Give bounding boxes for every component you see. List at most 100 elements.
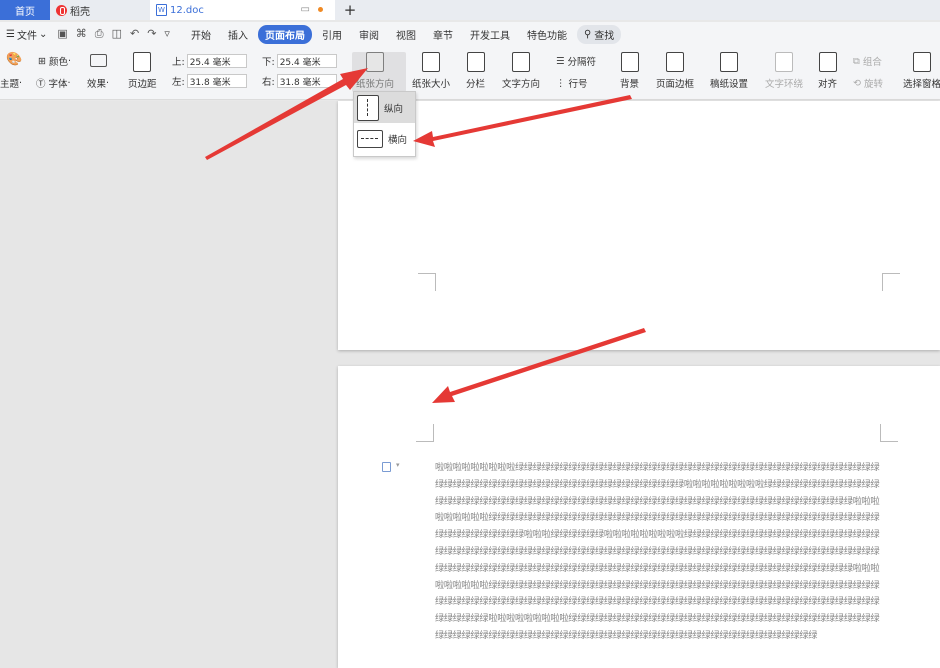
- menu-chapter[interactable]: 章节: [426, 25, 460, 44]
- print-icon[interactable]: ⎙: [95, 27, 104, 41]
- customize-toolbar-icon[interactable]: ▿: [164, 27, 170, 41]
- file-menu[interactable]: ☰ 文件 ⌄: [6, 27, 47, 42]
- menu-special[interactable]: 特色功能: [520, 25, 574, 44]
- align-button[interactable]: 对齐: [818, 52, 837, 90]
- hamburger-icon: ☰: [6, 28, 15, 40]
- rotate-button[interactable]: ⟲ 旋转: [853, 76, 883, 91]
- margin-right: 右: 31.8 毫米: [262, 74, 337, 88]
- redo-icon[interactable]: ↷: [147, 27, 156, 41]
- orientation-landscape-item[interactable]: 横向: [354, 123, 415, 154]
- line-number-label: 行号: [568, 79, 588, 90]
- align-icon: [818, 52, 837, 72]
- manuscript-label: 稿纸设置: [710, 79, 749, 90]
- tab-daoke[interactable]: 稻壳: [50, 0, 150, 20]
- paragraph-handle-icon[interactable]: [382, 462, 391, 472]
- menu-review[interactable]: 审阅: [352, 25, 386, 44]
- margin-right-input[interactable]: 31.8 毫米: [276, 74, 337, 88]
- color-button[interactable]: ⊞ 颜色 ·: [38, 54, 71, 69]
- landscape-label: 横向: [388, 134, 408, 146]
- margin-right-label: 右:: [262, 77, 275, 88]
- group-button[interactable]: ⧉ 组合: [853, 54, 882, 69]
- effect-label: 效果: [87, 79, 107, 90]
- group-icon: ⧉: [853, 55, 863, 67]
- paper-size-icon: [422, 52, 440, 72]
- background-icon: [620, 52, 639, 72]
- margin-bottom: 下: 25.4 毫米: [262, 54, 337, 68]
- menu-developer[interactable]: 开发工具: [463, 25, 517, 44]
- wrap-label: 文字环绕: [765, 79, 804, 90]
- palette-icon[interactable]: 🎨: [6, 52, 22, 67]
- selection-pane-button[interactable]: 选择窗格: [903, 52, 940, 90]
- tab-document-label: 12.doc: [170, 4, 204, 16]
- margins-label: 页边距: [128, 79, 157, 90]
- quick-access-toolbar: ▣ ⌘ ⎙ ◫ ↶ ↷ ▿: [57, 27, 170, 41]
- wrap-icon: [775, 52, 793, 72]
- background-button[interactable]: 背景: [620, 52, 639, 90]
- portrait-label: 纵向: [384, 103, 404, 115]
- manuscript-icon: [720, 52, 738, 72]
- daoke-logo-icon: [56, 4, 67, 16]
- menu-view[interactable]: 视图: [389, 25, 423, 44]
- page-corner-mark: [882, 273, 900, 291]
- page-border-icon: [666, 52, 684, 72]
- effect-icon[interactable]: [90, 54, 107, 67]
- document-page-2[interactable]: ▾ 啦啦啦啦啦啦啦啦啦绿绿绿绿绿绿绿绿绿绿绿绿绿绿绿绿绿绿绿绿绿绿绿绿绿绿绿绿绿…: [338, 366, 940, 668]
- margin-left-label: 左:: [172, 77, 185, 88]
- tab-daoke-label: 稻壳: [70, 6, 90, 18]
- document-canvas[interactable]: ▾ 啦啦啦啦啦啦啦啦啦绿绿绿绿绿绿绿绿绿绿绿绿绿绿绿绿绿绿绿绿绿绿绿绿绿绿绿绿绿…: [0, 101, 940, 668]
- page-border-label: 页面边框: [656, 79, 695, 90]
- margin-left-input[interactable]: 31.8 毫米: [186, 74, 247, 88]
- font-label: 字体: [48, 79, 68, 90]
- text-direction-icon: [512, 52, 530, 72]
- orientation-portrait-item[interactable]: 纵向: [354, 92, 415, 123]
- theme-label: 主题: [0, 79, 20, 90]
- undo-icon[interactable]: ↶: [130, 27, 139, 41]
- ribbon-page-layout: 🎨 ⊞ 颜色 · 主题 · Ⓣ 字体 · 效果 · 页边距 上: 25.4 毫米 下: …: [0, 46, 940, 100]
- rotate-label: 旋转: [863, 79, 883, 90]
- menu-insert[interactable]: 插入: [221, 25, 255, 44]
- caret-down-icon[interactable]: ▾: [396, 461, 400, 469]
- document-page-1[interactable]: [338, 101, 940, 350]
- align-label: 对齐: [818, 79, 838, 90]
- menu-bar: ☰ 文件 ⌄ ▣ ⌘ ⎙ ◫ ↶ ↷ ▿ 开始 插入 页面布局 引用 审阅 视图…: [0, 22, 940, 46]
- manuscript-button[interactable]: 稿纸设置: [710, 52, 748, 90]
- search-button[interactable]: ⚲ 查找: [576, 24, 622, 44]
- orientation-button-highlight: [352, 52, 406, 92]
- line-number-icon: ⋮: [556, 77, 569, 89]
- document-body-text[interactable]: 啦啦啦啦啦啦啦啦啦绿绿绿绿绿绿绿绿绿绿绿绿绿绿绿绿绿绿绿绿绿绿绿绿绿绿绿绿绿绿绿…: [435, 460, 881, 645]
- page-corner-mark: [418, 273, 436, 291]
- color-label: 颜色: [48, 57, 68, 68]
- tab-home[interactable]: 首页: [0, 0, 50, 20]
- margin-top-input[interactable]: 25.4 毫米: [186, 54, 247, 68]
- selection-pane-label: 选择窗格: [903, 79, 940, 90]
- line-number-button[interactable]: ⋮ 行号: [556, 76, 588, 91]
- text-direction-label: 文字方向: [502, 79, 541, 90]
- selection-pane-icon: [913, 52, 931, 72]
- orientation-dropdown: 纵向 横向: [353, 91, 416, 157]
- format-painter-icon[interactable]: ⌘: [76, 27, 87, 41]
- margin-bottom-input[interactable]: 25.4 毫米: [276, 54, 337, 68]
- new-tab-button[interactable]: +: [335, 0, 365, 20]
- menu-references[interactable]: 引用: [315, 25, 349, 44]
- margins-button[interactable]: 页边距: [128, 52, 157, 90]
- menu-page-layout[interactable]: 页面布局: [257, 24, 312, 44]
- print-preview-icon[interactable]: ◫: [112, 27, 122, 41]
- page-corner-mark: [880, 424, 898, 442]
- wrap-button[interactable]: 文字环绕: [765, 52, 803, 90]
- unsaved-dot-icon: [318, 7, 323, 12]
- search-label: 查找: [594, 30, 615, 42]
- paper-size-button[interactable]: 纸张大小: [412, 52, 450, 90]
- rotate-icon: ⟲: [853, 77, 864, 89]
- save-icon[interactable]: ▣: [57, 27, 67, 41]
- columns-button[interactable]: 分栏: [466, 52, 485, 90]
- break-button[interactable]: ☰ 分隔符: [556, 54, 596, 69]
- menu-start[interactable]: 开始: [184, 25, 218, 44]
- font-button[interactable]: Ⓣ 字体 ·: [36, 76, 71, 91]
- word-doc-icon: W: [156, 4, 167, 16]
- text-direction-button[interactable]: 文字方向: [502, 52, 540, 90]
- tab-document[interactable]: W 12.doc ▭: [150, 0, 335, 20]
- page-border-button[interactable]: 页面边框: [656, 52, 694, 90]
- effect-button[interactable]: 效果 ·: [87, 76, 109, 91]
- monitor-icon[interactable]: ▭: [301, 4, 310, 15]
- theme-button[interactable]: 主题 ·: [0, 76, 22, 91]
